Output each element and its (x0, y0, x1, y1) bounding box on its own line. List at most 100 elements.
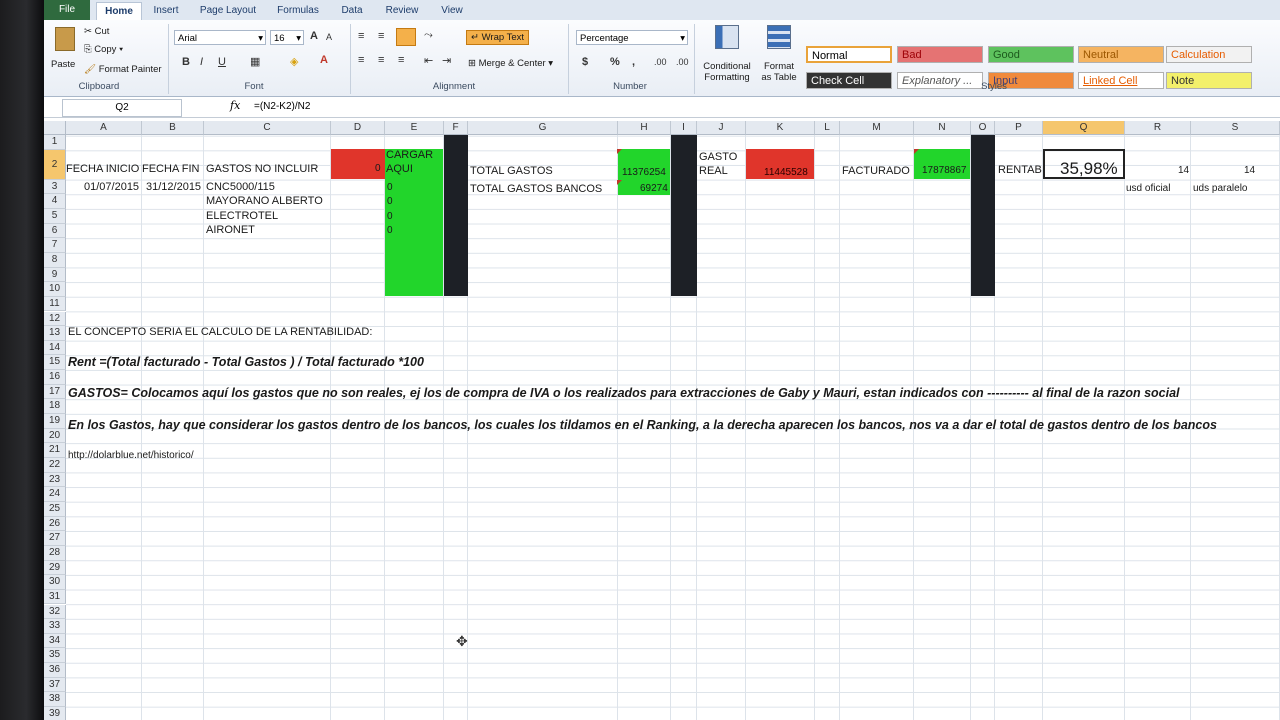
row-header[interactable]: 38 (44, 692, 66, 708)
row-header[interactable]: 16 (44, 370, 66, 385)
percent-button[interactable]: % (610, 56, 620, 68)
cell-s3[interactable]: uds paralelo (1193, 182, 1247, 196)
cell-n2[interactable]: 17878867 (922, 164, 967, 178)
column-header[interactable]: O (971, 121, 995, 135)
row-header[interactable]: 34 (44, 633, 66, 649)
column-header[interactable]: J (697, 121, 746, 135)
cell-style-linked-cell[interactable]: Linked Cell (1078, 72, 1164, 89)
row-header[interactable]: 21 (44, 443, 66, 458)
column-header[interactable]: L (815, 121, 840, 135)
cell-b2[interactable]: FECHA FIN (142, 162, 199, 176)
column-header[interactable]: D (331, 121, 385, 135)
cell-q2[interactable]: 35,98% (1060, 160, 1118, 178)
row-header[interactable]: 33 (44, 619, 66, 634)
align-bottom-icon[interactable] (396, 28, 416, 46)
row-header[interactable]: 24 (44, 487, 66, 502)
column-header[interactable]: N (914, 121, 971, 135)
font-size-select[interactable]: 16 ▾ (270, 30, 304, 45)
row-header[interactable]: 30 (44, 575, 66, 590)
comma-button[interactable]: , (632, 56, 635, 68)
row-header[interactable]: 20 (44, 428, 66, 444)
cell-a15[interactable]: Rent =(Total facturado - Total Gastos ) … (68, 355, 424, 369)
align-middle-icon[interactable]: ≡ (378, 30, 384, 42)
column-header[interactable]: H (618, 121, 671, 135)
tab-page-layout[interactable]: Page Layout (194, 2, 262, 19)
decrease-indent-icon[interactable]: ⇤ (424, 54, 433, 67)
column-header[interactable]: I (671, 121, 697, 135)
align-left-icon[interactable]: ≡ (358, 54, 364, 66)
font-color-icon[interactable]: A (320, 54, 328, 66)
row-header[interactable]: 4 (44, 194, 66, 209)
cell-a17[interactable]: GASTOS= Colocamos aquí los gastos que no… (68, 386, 1180, 400)
italic-button[interactable]: I (200, 56, 203, 68)
cell-k2[interactable]: 11445528 (764, 166, 808, 180)
cell-e5[interactable]: 0 (387, 210, 393, 224)
name-box[interactable]: Q2 (62, 99, 182, 117)
row-header[interactable]: 22 (44, 458, 66, 473)
cell-p2[interactable]: RENTAB (998, 163, 1042, 177)
row-header[interactable]: 11 (44, 296, 66, 312)
cell-g2[interactable]: TOTAL GASTOS (470, 164, 553, 178)
column-header[interactable]: E (385, 121, 444, 135)
cell-style-calculation[interactable]: Calculation (1166, 46, 1252, 63)
tab-insert[interactable]: Insert (146, 2, 186, 19)
grow-font-button[interactable]: A (310, 30, 318, 42)
column-header[interactable]: P (995, 121, 1043, 135)
row-header[interactable]: 13 (44, 326, 66, 341)
underline-button[interactable]: U (218, 56, 226, 68)
merge-center-button[interactable]: ⊞ Merge & Center ▾ (468, 58, 553, 69)
cell-m2[interactable]: FACTURADO (842, 164, 910, 178)
cell-j2-line2[interactable]: REAL (699, 164, 728, 178)
cell-e4[interactable]: 0 (387, 195, 393, 209)
cell-style-check-cell[interactable]: Check Cell (806, 72, 892, 89)
row-header[interactable]: 1 (44, 135, 66, 150)
cell-c4[interactable]: MAYORANO ALBERTO (206, 194, 323, 208)
align-center-icon[interactable]: ≡ (378, 54, 384, 66)
column-header[interactable]: S (1191, 121, 1280, 135)
row-header[interactable]: 32 (44, 604, 66, 620)
row-header[interactable]: 8 (44, 252, 66, 268)
row-header[interactable]: 9 (44, 267, 66, 283)
bold-button[interactable]: B (182, 56, 190, 68)
increase-decimal-button[interactable]: .00 (654, 57, 667, 67)
shrink-font-button[interactable]: A (326, 32, 332, 42)
cell-e3[interactable]: 0 (387, 181, 393, 195)
align-right-icon[interactable]: ≡ (398, 54, 404, 66)
fill-color-icon[interactable]: ◈ (290, 55, 298, 68)
conditional-formatting-button[interactable]: Conditional Formatting (698, 24, 756, 83)
cell-style-good[interactable]: Good (988, 46, 1074, 63)
row-header[interactable]: 27 (44, 531, 66, 546)
borders-icon[interactable]: ▦ (250, 55, 260, 68)
tab-file[interactable]: File (44, 0, 90, 20)
format-painter-button[interactable]: 🖌 Format Painter (84, 64, 162, 75)
cell-style-bad[interactable]: Bad (897, 46, 983, 63)
column-header[interactable]: F (444, 121, 468, 135)
column-header[interactable]: K (746, 121, 815, 135)
column-header[interactable]: B (142, 121, 204, 135)
row-header[interactable]: 14 (44, 340, 66, 356)
row-header[interactable]: 18 (44, 399, 66, 415)
row-header[interactable]: 15 (44, 355, 66, 371)
tab-view[interactable]: View (434, 2, 470, 19)
orientation-icon[interactable]: ⤳ (424, 29, 433, 42)
wrap-text-button[interactable]: ↵ Wrap Text (466, 30, 530, 45)
cell-style-neutral[interactable]: Neutral (1078, 46, 1164, 63)
column-header[interactable]: G (468, 121, 618, 135)
tab-review[interactable]: Review (378, 2, 426, 19)
column-header[interactable]: M (840, 121, 914, 135)
tab-data[interactable]: Data (334, 2, 370, 19)
currency-button[interactable]: $ (582, 56, 588, 68)
format-as-table-button[interactable]: Format as Table (754, 24, 804, 83)
cell-e2[interactable]: CARGAR AQUI (386, 148, 442, 176)
cell-c2[interactable]: GASTOS NO INCLUIR (206, 162, 318, 176)
column-header[interactable]: C (204, 121, 331, 135)
cell-a19[interactable]: En los Gastos, hay que considerar los ga… (68, 418, 1217, 432)
select-all-corner[interactable] (44, 121, 66, 135)
cut-button[interactable]: ✂ Cut (84, 26, 109, 37)
row-header[interactable]: 29 (44, 560, 66, 576)
number-format-select[interactable]: Percentage ▾ (576, 30, 688, 45)
row-header[interactable]: 23 (44, 472, 66, 488)
cell-g3[interactable]: TOTAL GASTOS BANCOS (470, 182, 602, 196)
cell-b3[interactable]: 31/12/2015 (146, 180, 201, 194)
row-header[interactable]: 12 (44, 311, 66, 327)
